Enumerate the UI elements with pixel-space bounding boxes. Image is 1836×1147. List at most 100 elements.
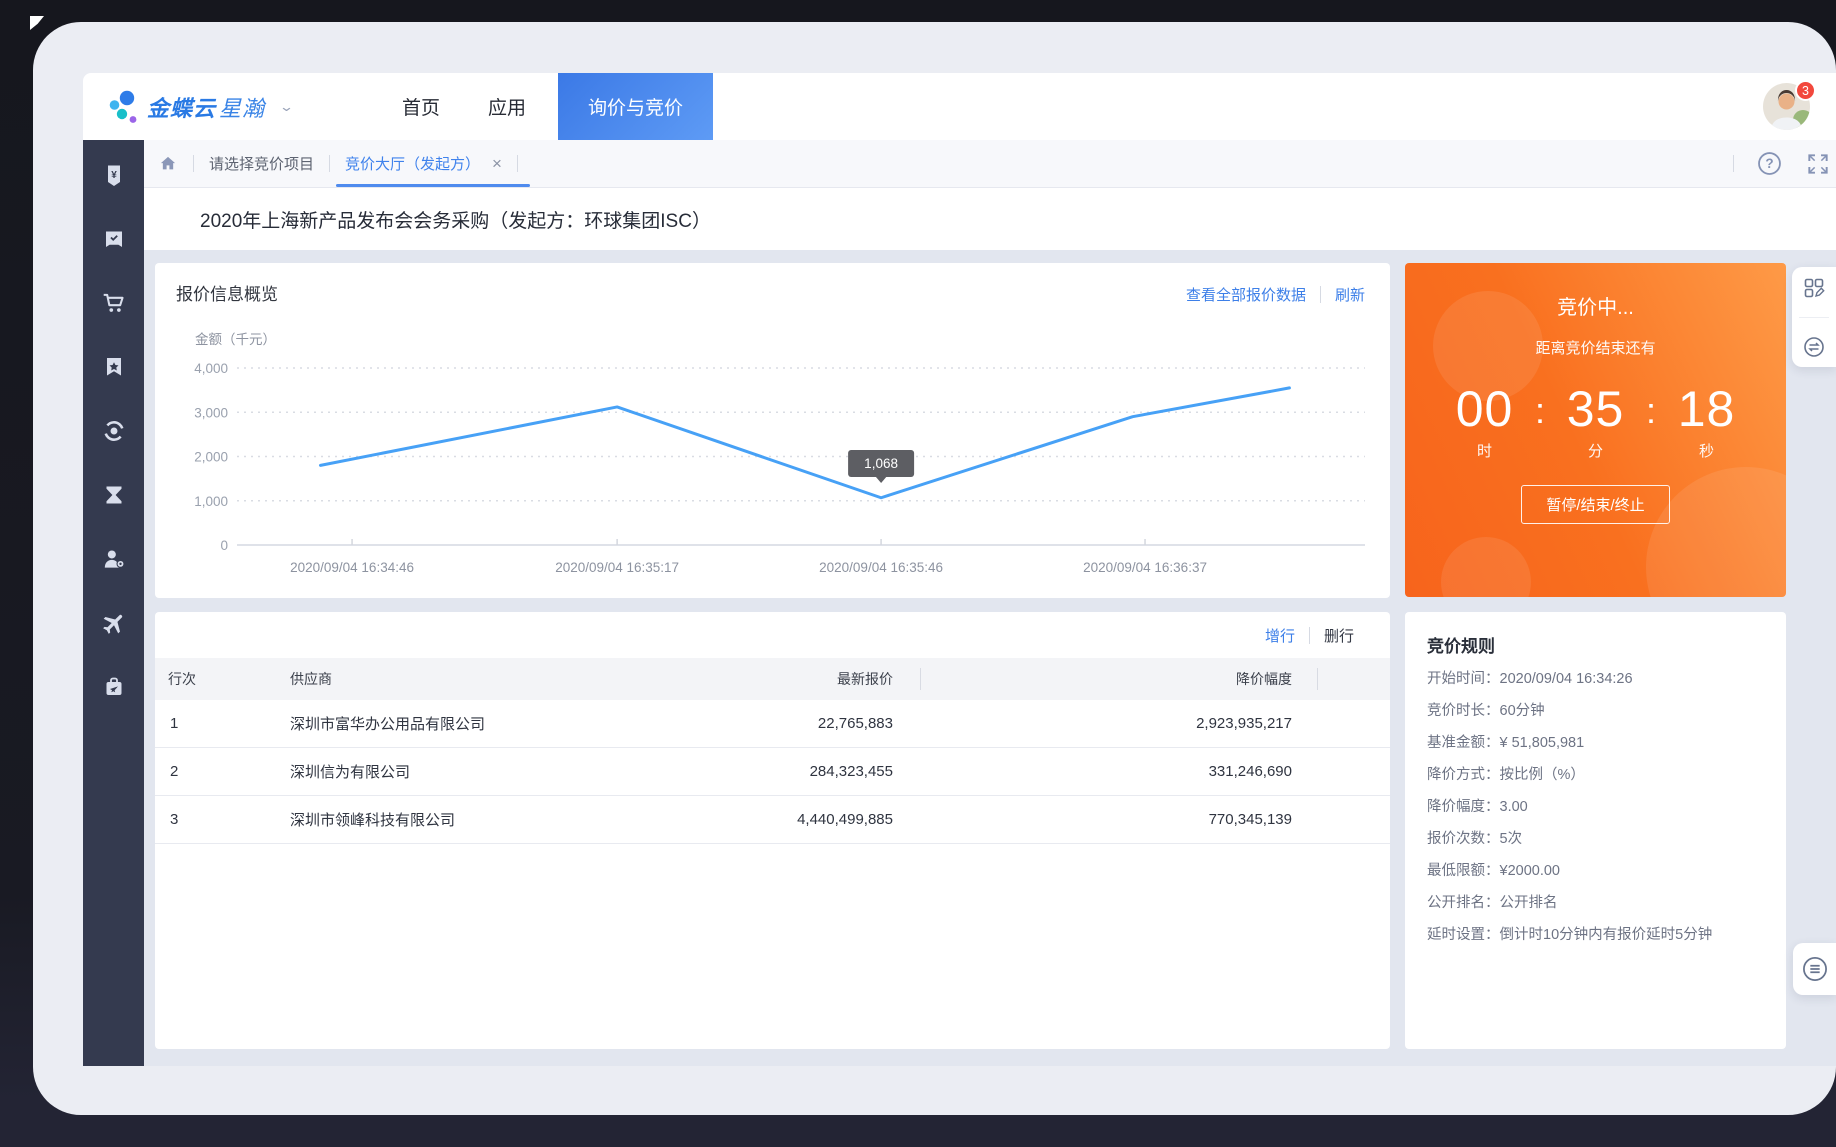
col-header-supplier: 供应商 — [277, 658, 621, 700]
countdown-seconds: 18 — [1668, 380, 1746, 438]
breadcrumb-tab-label[interactable]: 竞价大厅（发起方） — [345, 153, 480, 174]
unit-second: 秒 — [1668, 440, 1746, 461]
nav-item-apps[interactable]: 应用 — [464, 73, 550, 140]
delete-row-link[interactable]: 删行 — [1324, 625, 1354, 646]
sidebar-item-target[interactable] — [101, 418, 127, 444]
decorative-circle — [1441, 537, 1531, 597]
pause-end-terminate-button[interactable]: 暂停/结束/终止 — [1521, 485, 1669, 524]
cell-price-cut: 2,923,935,217 — [921, 715, 1318, 732]
cell-supplier: 深圳市领峰科技有限公司 — [277, 809, 621, 830]
cell-supplier: 深圳信为有限公司 — [277, 761, 621, 782]
sidebar-item-orders[interactable] — [101, 226, 127, 252]
divider — [329, 155, 330, 172]
sidebar-item-user-settings[interactable] — [101, 546, 127, 572]
add-row-link[interactable]: 增行 — [1265, 625, 1295, 646]
col-header-row-no: 行次 — [155, 658, 277, 700]
sidebar-item-favorites[interactable] — [101, 354, 127, 380]
breadcrumb: 请选择竞价项目 竞价大厅（发起方） × ? — [144, 140, 1836, 188]
bookmark-star-icon — [102, 355, 126, 379]
main-nav: 首页 应用 询价与竞价 — [378, 73, 713, 140]
divider — [517, 155, 518, 172]
table-row[interactable]: 2 深圳信为有限公司 284,323,455 331,246,690 — [155, 748, 1390, 796]
sidebar-item-travel-case[interactable] — [101, 674, 127, 700]
countdown-minutes: 35 — [1557, 380, 1635, 438]
active-tab-underline — [336, 184, 530, 187]
left-sidebar: ¥ — [83, 140, 144, 1066]
user-settings-icon — [101, 546, 127, 572]
logo-dots-icon — [109, 90, 139, 124]
logo-secondary: 星瀚 — [219, 96, 265, 121]
nav-item-inquiry-bidding[interactable]: 询价与竞价 — [558, 73, 713, 140]
nav-item-home[interactable]: 首页 — [378, 73, 464, 140]
divider — [193, 155, 194, 172]
countdown-separator: : — [1635, 390, 1668, 432]
chevron-down-icon[interactable]: ⌄ — [279, 99, 294, 115]
brand-logo[interactable]: 金蝶云星瀚 ⌄ — [83, 90, 292, 124]
countdown-panel: 竞价中... 距离竞价结束还有 00 : 35 : 18 时 分 秒 暂停/结束… — [1405, 263, 1786, 597]
floating-tools — [1792, 267, 1836, 367]
screenshot-stage: 金蝶云星瀚 ⌄ 首页 应用 询价与竞价 3 — [0, 0, 1836, 1147]
breadcrumb-item-select-project[interactable]: 请选择竞价项目 — [209, 153, 314, 174]
menu-circle-icon — [1801, 955, 1829, 983]
fullscreen-icon[interactable] — [1805, 151, 1831, 177]
rule-item: 公开排名：公开排名 — [1427, 894, 1764, 913]
rule-item: 最低限额：¥2000.00 — [1427, 862, 1764, 881]
rule-item: 竞价时长：60分钟 — [1427, 702, 1764, 721]
question-circle-icon[interactable]: ? — [1756, 150, 1783, 177]
quote-overview-card: 报价信息概览 查看全部报价数据 刷新 金额（千元）01,0002,0003,00… — [155, 263, 1390, 598]
svg-text:2,000: 2,000 — [194, 450, 228, 465]
svg-text:?: ? — [1765, 156, 1773, 171]
mouse-cursor — [30, 16, 44, 30]
cart-icon — [101, 290, 127, 316]
svg-text:1,000: 1,000 — [194, 494, 228, 509]
unit-hour: 时 — [1446, 440, 1524, 461]
svg-text:0: 0 — [220, 538, 228, 553]
unit-minute: 分 — [1557, 440, 1635, 461]
sidebar-item-pricing[interactable]: ¥ — [101, 162, 127, 188]
travel-case-icon — [102, 675, 126, 699]
svg-text:金额（千元）: 金额（千元） — [195, 332, 276, 347]
breadcrumb-right-tools: ? — [1733, 150, 1836, 177]
cell-latest-quote: 22,765,883 — [621, 715, 921, 732]
user-avatar[interactable]: 3 — [1763, 83, 1810, 130]
svg-text:3,000: 3,000 — [194, 405, 228, 420]
rule-item: 基准金额：¥ 51,805,981 — [1427, 734, 1764, 753]
rule-item: 降价方式：按比例（%） — [1427, 766, 1764, 785]
layout-edit-icon — [1802, 276, 1826, 300]
home-icon[interactable] — [158, 154, 178, 174]
cell-price-cut: 770,345,139 — [921, 811, 1318, 828]
countdown-digits: 00 : 35 : 18 — [1446, 380, 1746, 438]
col-header-spacer — [1318, 658, 1390, 700]
sidebar-item-cart[interactable] — [101, 290, 127, 316]
rule-item: 开始时间：2020/09/04 16:34:26 — [1427, 670, 1764, 689]
bidding-rules-panel: 竞价规则 开始时间：2020/09/04 16:34:26 竞价时长：60分钟 … — [1405, 612, 1786, 1049]
cell-latest-quote: 284,323,455 — [621, 763, 921, 780]
sidebar-item-travel[interactable] — [101, 610, 127, 636]
breadcrumb-tab-bidding-hall[interactable]: 竞价大厅（发起方） × — [345, 140, 502, 187]
rule-item: 降价幅度：3.00 — [1427, 798, 1764, 817]
layout-edit-button[interactable] — [1802, 276, 1826, 300]
menu-circle-button[interactable] — [1801, 955, 1829, 983]
floating-menu — [1793, 943, 1836, 995]
swap-button[interactable] — [1802, 335, 1826, 359]
bidding-status: 竞价中... — [1405, 291, 1786, 320]
col-header-latest-quote: 最新报价 — [621, 658, 921, 700]
svg-text:2020/09/04 16:35:17: 2020/09/04 16:35:17 — [555, 560, 679, 575]
cell-latest-quote: 4,440,499,885 — [621, 811, 921, 828]
quote-line-chart: 金额（千元） 0 1,000 2,000 3,000 4,000 2020/09/04 16… — [155, 263, 1390, 598]
rules-title: 竞价规则 — [1427, 632, 1764, 657]
cell-row-no: 3 — [155, 811, 277, 828]
price-tag-icon: ¥ — [102, 163, 126, 187]
divider — [1733, 155, 1734, 172]
rule-item: 报价次数：5次 — [1427, 830, 1764, 849]
notification-badge: 3 — [1795, 80, 1816, 101]
svg-text:2020/09/04 16:35:46: 2020/09/04 16:35:46 — [819, 560, 943, 575]
table-row[interactable]: 1 深圳市富华办公用品有限公司 22,765,883 2,923,935,217 — [155, 700, 1390, 748]
close-icon[interactable]: × — [492, 155, 502, 172]
svg-text:2020/09/04 16:34:46: 2020/09/04 16:34:46 — [290, 560, 414, 575]
swap-icon — [1802, 335, 1826, 359]
svg-text:4,000: 4,000 — [194, 361, 228, 376]
sidebar-item-pending[interactable] — [101, 482, 127, 508]
table-row[interactable]: 3 深圳市领峰科技有限公司 4,440,499,885 770,345,139 — [155, 796, 1390, 844]
countdown-separator: : — [1524, 390, 1557, 432]
